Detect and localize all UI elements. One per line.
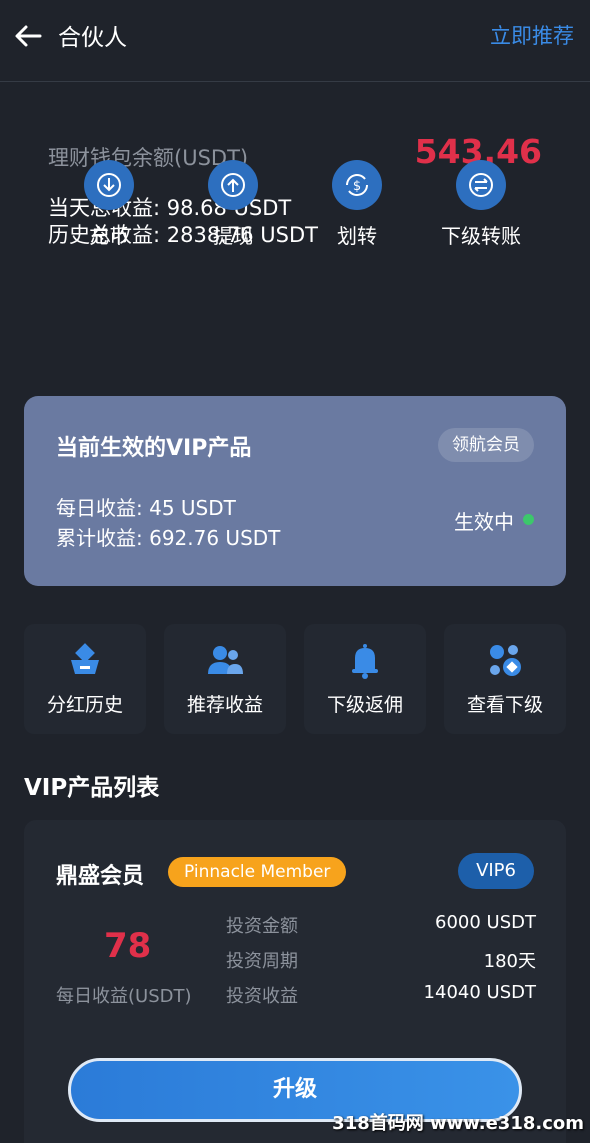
deposit-button[interactable]: 充币: [54, 160, 164, 249]
row-key: 投资周期: [226, 951, 298, 972]
withdraw-label: 提现: [213, 224, 253, 248]
dividend-history-icon: [71, 643, 99, 674]
menu-referral-earnings[interactable]: 推荐收益: [164, 624, 286, 734]
vip-level-badge: 领航会员: [438, 428, 534, 462]
row-key: 投资收益: [226, 986, 298, 1007]
watermark-text: 318首码网 www.e318.com: [332, 1113, 584, 1134]
transfer-icon: $: [332, 160, 382, 210]
page-title: 合伙人: [58, 25, 127, 51]
svg-text:$: $: [353, 179, 361, 194]
product-row-return: 投资收益 14040 USDT: [226, 982, 536, 1012]
view-subordinates-icon: [490, 645, 521, 676]
row-value: 14040 USDT: [423, 982, 536, 1003]
withdraw-icon: [208, 160, 258, 210]
product-list-title: VIP产品列表: [24, 775, 160, 801]
transfer-button[interactable]: $ 划转: [302, 160, 412, 249]
active-vip-title: 当前生效的VIP产品: [56, 436, 252, 461]
referral-earnings-icon: [208, 646, 243, 674]
menu-label: 分红历史: [46, 694, 123, 716]
transfer-label: 划转: [337, 224, 377, 248]
product-row-amount: 投资金额 6000 USDT: [226, 912, 536, 942]
product-card: 鼎盛会员 Pinnacle Member VIP6 78 每日收益(USDT) …: [24, 820, 566, 1143]
deposit-label: 充币: [89, 224, 129, 248]
row-value: 180天: [483, 951, 536, 972]
top-bar: 合伙人 立即推荐: [0, 0, 590, 82]
menu-sub-commission[interactable]: 下级返佣: [304, 624, 426, 734]
menu-label: 下级返佣: [326, 694, 403, 716]
menu-label: 推荐收益: [186, 694, 263, 716]
product-row-period: 投资周期 180天: [226, 947, 536, 977]
active-vip-card: 当前生效的VIP产品 领航会员 每日收益: 45 USDT 累计收益: 692.…: [24, 396, 566, 586]
vip-status-text: 生效中: [454, 510, 514, 534]
sub-transfer-label: 下级转账: [441, 224, 521, 248]
wallet-actions: 充币 提现 $ 划转 下级转账: [24, 160, 566, 250]
recommend-now-link[interactable]: 立即推荐: [490, 20, 574, 50]
withdraw-button[interactable]: 提现: [178, 160, 288, 249]
product-tag-badge: Pinnacle Member: [168, 857, 347, 887]
menu-label: 查看下级: [466, 694, 543, 716]
sub-transfer-button[interactable]: 下级转账: [426, 160, 536, 249]
menu-view-subordinates[interactable]: 查看下级: [444, 624, 566, 734]
vip-total-earnings: 累计收益: 692.76 USDT: [56, 526, 281, 550]
product-daily-value: 78: [104, 926, 152, 966]
back-arrow-icon[interactable]: [12, 20, 44, 52]
product-daily-label: 每日收益(USDT): [56, 986, 192, 1007]
feature-menu: 分红历史 推荐收益 下级返佣 查看下级: [24, 624, 566, 734]
menu-dividend-history[interactable]: 分红历史: [24, 624, 146, 734]
product-level-badge: VIP6: [458, 853, 534, 889]
sub-transfer-icon: [456, 160, 506, 210]
row-key: 投资金额: [226, 916, 298, 937]
vip-daily-earnings: 每日收益: 45 USDT: [56, 496, 236, 520]
bell-icon: [352, 644, 378, 679]
row-value: 6000 USDT: [435, 912, 536, 933]
status-dot-icon: [523, 514, 534, 525]
product-name: 鼎盛会员: [56, 864, 145, 889]
wallet-summary: 理财钱包余额(USDT) 543.46 当天总收益: 98.68 USDT 历史…: [24, 112, 566, 388]
deposit-icon: [84, 160, 134, 210]
